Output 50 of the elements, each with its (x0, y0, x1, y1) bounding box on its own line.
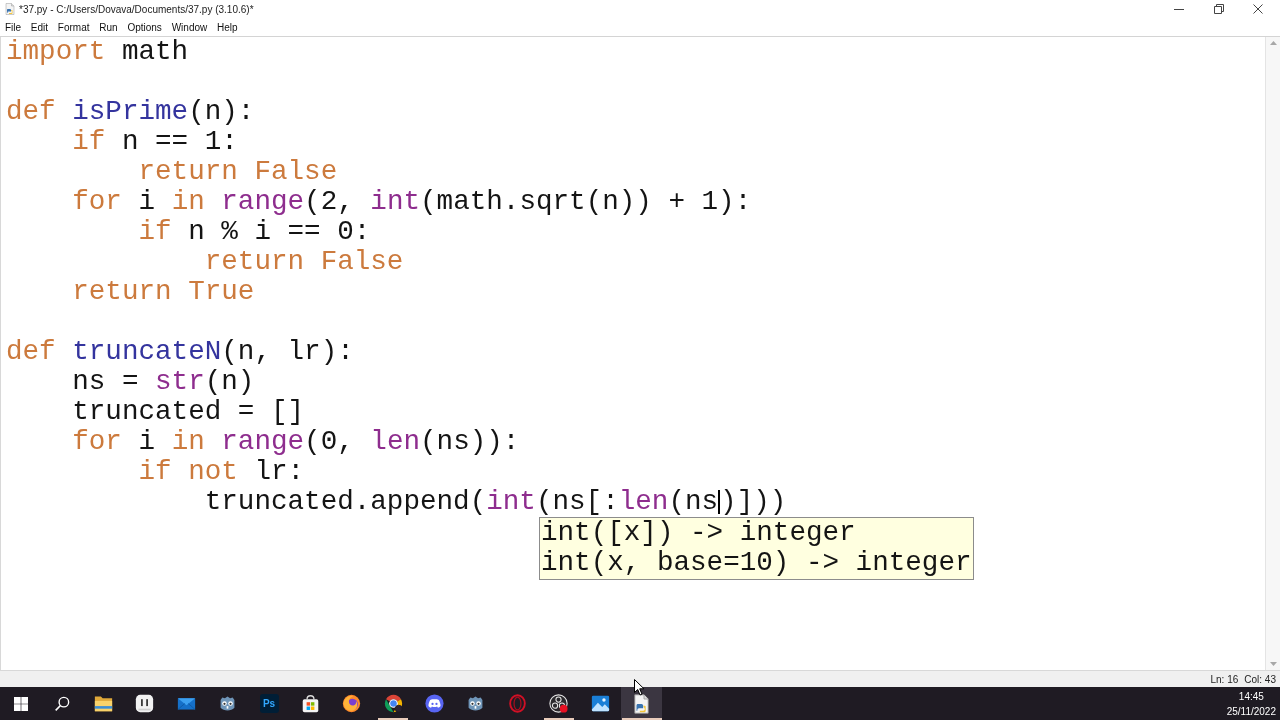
windows-logo-icon (13, 696, 28, 711)
code-text: ns = str(n) (72, 367, 255, 397)
shopping-bag-icon (300, 694, 320, 713)
file-icon (633, 693, 651, 714)
code-text: if n == 1: (72, 127, 238, 157)
code-text: return True (72, 277, 255, 307)
controller-face-icon (425, 694, 445, 713)
restore-icon (1213, 4, 1224, 14)
close-icon (1253, 4, 1264, 14)
code-text: def isPrime(n): (6, 97, 255, 127)
globe-logo-icon (342, 694, 362, 713)
taskbar-button[interactable] (620, 687, 663, 720)
code-text: import math (6, 37, 189, 67)
code-text: return False (138, 157, 338, 187)
code-text: truncated = [] (72, 397, 305, 427)
app-tile-icon (135, 694, 155, 713)
menu-item[interactable]: Options (122, 19, 167, 35)
segmented-circle-icon (383, 694, 403, 713)
search-icon (54, 696, 70, 711)
clock-date: 25/11/2022 (1226, 704, 1276, 718)
code-text: if n % i == 0: (138, 217, 371, 247)
menu-item[interactable]: Help (212, 19, 243, 35)
code-text: def truncateN(n, lr): (6, 337, 354, 367)
calltip-text: int([x]) -> integer (541, 518, 857, 548)
column-number-text: Col: 43 (1244, 673, 1276, 685)
calltip-text: int(x, base=10) -> integer (541, 548, 972, 578)
line-number-text: Ln: 16 (1210, 673, 1239, 685)
landscape-icon (590, 694, 610, 713)
window-title: *37.py - C:/Users/Dovava/Documents/37.py (3.10.6)* (19, 3, 255, 15)
mouse-pointer-icon (634, 679, 645, 696)
code-text: return False (204, 247, 404, 277)
clock-time: 14:45 (1238, 689, 1264, 703)
taskbar-button[interactable]: Ps (248, 687, 290, 720)
code-text: for i in range(2, int(math.sqrt(n)) + 1): (72, 187, 752, 217)
menu-item[interactable]: Format (52, 19, 95, 35)
menu-item[interactable]: File (0, 19, 26, 35)
code-text: )])) (720, 487, 787, 517)
ps-logo-icon: Ps (259, 694, 279, 713)
code-text: truncated.append(int(ns[:len(ns (204, 487, 719, 517)
code-text: for i in range(0, len(ns)): (72, 427, 520, 457)
circle-logo-icon (549, 694, 569, 713)
menu-item[interactable]: Edit (25, 19, 53, 35)
file-icon (5, 3, 15, 15)
ring-icon (507, 694, 527, 713)
folder-icon (93, 694, 113, 713)
menu-item[interactable]: Run (94, 19, 123, 35)
menu-item[interactable]: Window (166, 19, 213, 35)
text-cursor-icon (718, 490, 721, 514)
code-text: if not lr: (138, 457, 305, 487)
minimize-icon (1174, 8, 1185, 10)
